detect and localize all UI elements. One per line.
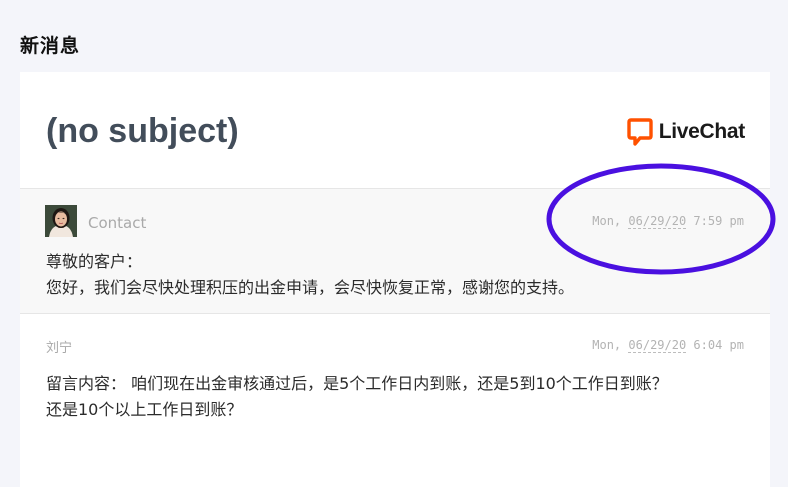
message-line: 还是10个以上工作日到账？ bbox=[46, 400, 243, 419]
timestamp-date[interactable]: 06/29/20 bbox=[628, 214, 687, 229]
message-body: 留言内容： 咱们现在出金审核通过后，是5个工作日内到账，还是5到10个工作日到账… bbox=[46, 371, 668, 423]
brand-name: LiveChat bbox=[658, 120, 746, 143]
avatar bbox=[45, 205, 77, 237]
message-body: 尊敬的客户： 您好，我们会尽快处理积压的出金申请，会尽快恢复正常，感谢您的支持。 bbox=[46, 249, 574, 301]
livechat-icon bbox=[627, 118, 653, 146]
message-line: 尊敬的客户： bbox=[46, 252, 143, 271]
email-card: (no subject) LiveChat Contact Mon, 06/29… bbox=[20, 72, 770, 487]
email-subject: (no subject) bbox=[46, 112, 239, 150]
message-timestamp: Mon, 06/29/20 7:59 pm bbox=[592, 214, 744, 229]
sender-name: 刘宁 bbox=[46, 341, 73, 356]
message-timestamp: Mon, 06/29/20 6:04 pm bbox=[592, 338, 744, 353]
page-title: 新消息 bbox=[20, 35, 81, 57]
message-item: Contact Mon, 06/29/20 7:59 pm 尊敬的客户： 您好，… bbox=[20, 188, 770, 313]
timestamp-date[interactable]: 06/29/20 bbox=[628, 338, 687, 353]
message-line: 留言内容： 咱们现在出金审核通过后，是5个工作日内到账，还是5到10个工作日到账… bbox=[46, 374, 668, 393]
message-line: 您好，我们会尽快处理积压的出金申请，会尽快恢复正常，感谢您的支持。 bbox=[46, 278, 575, 297]
message-item: 刘宁 Mon, 06/29/20 6:04 pm 留言内容： 咱们现在出金审核通… bbox=[20, 313, 770, 487]
brand-logo[interactable]: LiveChat bbox=[627, 118, 745, 146]
sender-name: Contact bbox=[88, 214, 147, 232]
